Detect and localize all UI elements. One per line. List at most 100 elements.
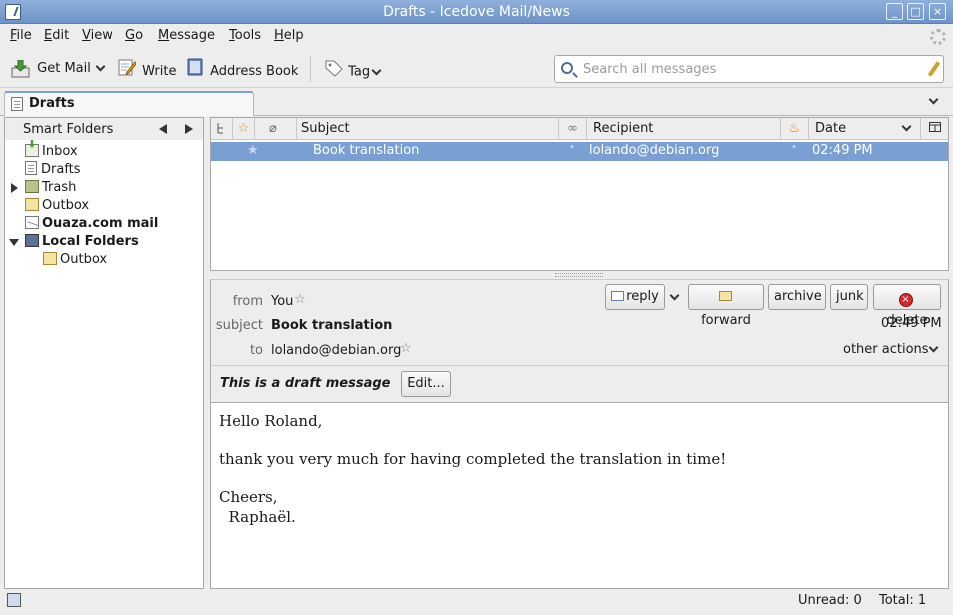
attachment-column-header[interactable]: ⌀ (255, 118, 297, 139)
to-value[interactable]: lolando@debian.org (271, 343, 401, 358)
menubar: File Edit View Go Message Tools Help (0, 24, 953, 48)
other-actions-chevron-icon[interactable] (928, 342, 939, 353)
search-input[interactable] (583, 60, 913, 78)
menu-help[interactable]: Help (274, 28, 304, 43)
junk-button[interactable]: junk (830, 284, 868, 310)
reply-dropdown-icon[interactable] (669, 290, 680, 301)
body-signature: Raphaël. (219, 508, 296, 526)
account-local-folders[interactable]: Local Folders (25, 233, 139, 251)
get-mail-icon (11, 59, 31, 78)
to-star-icon[interactable]: ☆ (400, 341, 412, 356)
tab-list-chevron-icon[interactable] (928, 94, 939, 105)
paperclip-icon: ⌀ (269, 121, 277, 136)
read-dot-icon[interactable]: • (569, 142, 575, 153)
menu-view[interactable]: View (82, 28, 113, 43)
maximize-button[interactable]: □ (907, 3, 924, 20)
body-closing: Cheers, (219, 488, 278, 506)
folder-trash[interactable]: Trash (25, 179, 76, 197)
tab-bar: Drafts (0, 89, 953, 116)
archive-button[interactable]: archive (768, 284, 826, 310)
tag-dropdown-icon (371, 65, 382, 75)
folder-label: Outbox (42, 198, 90, 213)
write-button[interactable]: Write (118, 58, 176, 80)
minimize-button[interactable]: _ (886, 3, 903, 20)
menu-tools[interactable]: Tools (229, 28, 261, 43)
address-book-button[interactable]: Address Book (186, 58, 298, 80)
inbox-icon (25, 144, 39, 157)
menu-file[interactable]: File (10, 28, 32, 43)
folder-label: Ouaza.com mail (42, 216, 159, 231)
folder-inbox[interactable]: Inbox (25, 143, 78, 161)
folder-view-label: Smart Folders (23, 122, 114, 137)
column-picker[interactable] (921, 118, 948, 139)
message-recipient: lolando@debian.org (589, 143, 720, 158)
folder-drafts[interactable]: Drafts (25, 161, 81, 179)
tag-label: Tag (348, 64, 371, 80)
menu-message[interactable]: Message (158, 28, 215, 43)
folder-label: Inbox (42, 144, 78, 159)
body-greeting: Hello Roland, (219, 412, 323, 430)
from-label: from (232, 294, 263, 309)
folder-outbox[interactable]: Outbox (25, 197, 89, 215)
date-column-header[interactable]: Date (809, 118, 921, 139)
forward-button[interactable]: forward (688, 284, 764, 328)
junk-column-header[interactable]: ♨ (781, 118, 809, 139)
outbox-icon (43, 252, 57, 265)
search-icon[interactable] (561, 62, 573, 74)
forward-label: forward (701, 313, 751, 328)
delete-button[interactable]: ×delete (873, 284, 941, 328)
star-icon[interactable]: ★ (247, 143, 259, 158)
expand-trash-icon[interactable] (11, 183, 18, 193)
delete-icon: × (898, 293, 913, 307)
folder-label: Trash (42, 180, 77, 195)
tab-drafts[interactable]: Drafts (4, 91, 254, 116)
thread-header: ☆ ⌀ Subject ∞ Recipient ♨ Date (211, 118, 948, 140)
other-actions-button[interactable]: other actions (843, 342, 929, 357)
folder-label: Outbox (60, 252, 108, 267)
folder-local-outbox[interactable]: Outbox (43, 251, 107, 269)
tab-label: Drafts (29, 96, 75, 111)
from-star-icon[interactable]: ☆ (294, 292, 306, 307)
clear-search-icon[interactable] (927, 61, 941, 77)
menu-edit[interactable]: Edit (44, 28, 69, 43)
message-body[interactable]: Hello Roland, thank you very much for ha… (210, 403, 949, 589)
activity-throbber-icon (930, 29, 946, 45)
account-ouaza[interactable]: Ouaza.com mail (25, 215, 158, 233)
message-date: 02:49 PM (812, 143, 873, 158)
reply-button[interactable]: reply (605, 284, 665, 310)
collapse-local-folders-icon[interactable] (9, 239, 19, 246)
folder-label: Local Folders (42, 234, 139, 249)
get-mail-label: Get Mail (37, 61, 91, 76)
star-icon: ☆ (237, 121, 250, 136)
menu-go[interactable]: Go (125, 28, 143, 43)
read-status-icon: ∞ (567, 121, 578, 136)
subject-column-header[interactable]: Subject (297, 118, 559, 139)
message-header: from You ☆ subject Book translation to l… (210, 279, 949, 365)
pane-splitter[interactable] (555, 273, 603, 277)
date-column-label: Date (815, 121, 847, 136)
thread-column-header[interactable] (211, 118, 233, 139)
thread-icon (217, 123, 223, 134)
next-folder-view-icon[interactable] (185, 124, 193, 134)
previous-folder-view-icon[interactable] (159, 124, 167, 134)
from-value[interactable]: You (271, 294, 293, 309)
junk-dot-icon[interactable]: • (791, 142, 797, 153)
table-row[interactable]: ★ Book translation • lolando@debian.org … (211, 142, 948, 161)
trash-icon (25, 180, 39, 193)
tag-button[interactable]: Tag (324, 58, 382, 80)
edit-draft-button[interactable]: Edit... (401, 371, 451, 397)
window-titlebar[interactable]: Drafts - Icedove Mail/News _ □ × (0, 0, 953, 24)
star-column-header[interactable]: ☆ (233, 118, 255, 139)
junk-flame-icon: ♨ (788, 121, 801, 136)
get-mail-button[interactable]: Get Mail (11, 58, 106, 80)
read-column-header[interactable]: ∞ (559, 118, 587, 139)
outbox-icon (25, 198, 39, 211)
folder-label: Drafts (41, 162, 81, 177)
forward-icon (718, 291, 732, 301)
draft-notice-text: This is a draft message (220, 376, 391, 391)
search-box[interactable] (554, 55, 944, 83)
get-mail-dropdown-icon[interactable] (95, 61, 106, 72)
recipient-column-header[interactable]: Recipient (587, 118, 781, 139)
online-status-icon[interactable] (7, 593, 21, 607)
close-button[interactable]: × (929, 3, 946, 20)
